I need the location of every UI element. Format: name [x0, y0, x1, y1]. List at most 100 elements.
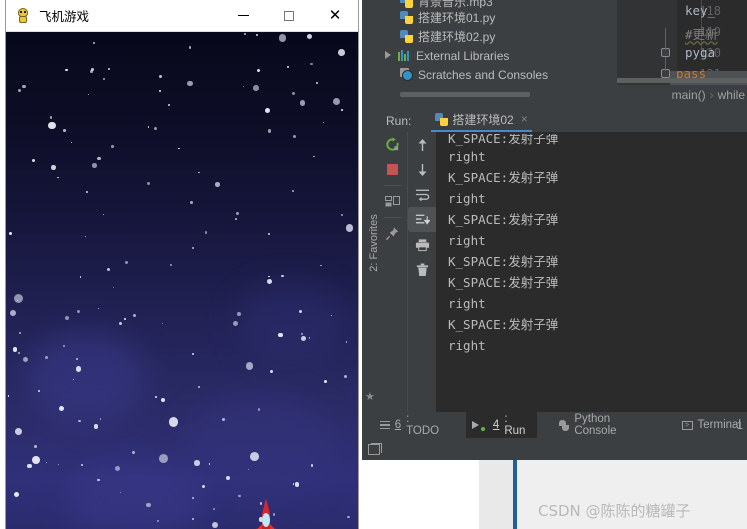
game-canvas[interactable]: [6, 32, 358, 529]
nebula-3: [66, 462, 206, 529]
pin-button[interactable]: [378, 221, 407, 246]
star: [124, 318, 126, 320]
star: [146, 181, 151, 186]
window-stack-icon[interactable]: [368, 443, 382, 455]
console-line: right: [448, 149, 486, 164]
scroll-up-button[interactable]: [408, 132, 437, 157]
print-button[interactable]: [408, 232, 437, 257]
star: [221, 417, 225, 421]
stop-button[interactable]: [378, 157, 407, 182]
background-window-white-2: [362, 460, 479, 529]
tree-item-python-01[interactable]: 搭建环境01.py: [378, 8, 578, 27]
star: [306, 33, 312, 39]
star: [112, 286, 115, 289]
scroll-down-button[interactable]: [408, 157, 437, 182]
maximize-button[interactable]: [266, 0, 312, 32]
star: [153, 127, 157, 131]
star: [70, 141, 73, 144]
console-line: K_SPACE:发射子弹: [448, 254, 559, 269]
star: [250, 451, 259, 461]
star: [23, 357, 29, 363]
player-spaceship[interactable]: [235, 498, 297, 529]
game-character-icon: [15, 7, 31, 24]
star: [198, 385, 201, 388]
chevron-right-icon[interactable]: [384, 51, 393, 60]
star: [19, 331, 22, 334]
run-icon: [472, 421, 480, 429]
editor-horizontal-scrollbar[interactable]: [617, 78, 747, 83]
star: [190, 200, 193, 204]
tree-item-audio[interactable]: 背景音乐.mp3: [378, 0, 578, 8]
python-file-icon: [400, 30, 413, 43]
star: [345, 341, 348, 344]
terminal-icon: >: [681, 420, 693, 430]
breadcrumb[interactable]: main() › while: [617, 85, 747, 105]
tree-item-scratches[interactable]: Scratches and Consoles: [378, 65, 578, 84]
soft-wrap-button[interactable]: [408, 182, 437, 207]
scroll-to-end-button[interactable]: [408, 207, 437, 232]
console-output[interactable]: K_SPACE:发射子弹 right K_SPACE:发射子弹 right K_…: [436, 132, 747, 412]
star: [299, 100, 306, 107]
star: [332, 98, 340, 106]
tree-item-label: 搭建环境02.py: [418, 30, 496, 44]
game-title-bar[interactable]: 飞机游戏 ✕: [6, 0, 358, 32]
minimize-icon: [237, 15, 249, 16]
close-icon[interactable]: ×: [521, 112, 528, 126]
tree-item-label: 搭建环境01.py: [418, 11, 496, 25]
star: [9, 231, 13, 235]
libraries-icon: [398, 50, 411, 61]
run-tool-window-header: Run: 搭建环境02 ×: [378, 110, 747, 132]
star: [32, 158, 36, 162]
star: [159, 89, 161, 92]
tab-python-console[interactable]: Python Console: [553, 409, 660, 441]
breadcrumb-child[interactable]: while: [718, 88, 745, 102]
star: [98, 307, 100, 309]
star: [108, 67, 111, 70]
star: [132, 450, 136, 454]
star: [84, 235, 87, 237]
star: [253, 85, 259, 91]
star: [102, 77, 105, 80]
python-file-icon: [400, 11, 413, 24]
csdn-watermark: CSDN @陈陈的糖罐子: [538, 502, 691, 520]
minimize-button[interactable]: [220, 0, 266, 32]
tab-todo-number: 6: [394, 419, 402, 431]
project-tree-panel[interactable]: 背景音乐.mp3 搭建环境01.py 搭建环境02.py External Li…: [378, 0, 578, 110]
toolbar-divider: [384, 185, 401, 186]
star: [159, 74, 163, 78]
breadcrumb-parent[interactable]: main(): [672, 88, 706, 102]
star: [34, 445, 37, 448]
scroll-to-end-icon: [415, 214, 430, 225]
tab-run[interactable]: 4 : Run: [466, 409, 537, 441]
tab-todo[interactable]: 6 : TODO: [374, 409, 450, 441]
project-tree-horizontal-scrollbar[interactable]: [400, 92, 530, 97]
star: [50, 165, 56, 170]
star: [344, 375, 348, 379]
star: [49, 116, 52, 119]
console-line: right: [448, 191, 486, 206]
run-label: Run:: [386, 114, 412, 128]
star: [310, 62, 313, 66]
console-line: right: [448, 296, 486, 311]
favorites-tool-button[interactable]: 2: Favorites ★: [362, 132, 380, 412]
star: [15, 428, 22, 435]
star: [292, 135, 296, 139]
tree-item-label: 背景音乐.mp3: [418, 0, 493, 8]
run-configuration-tab[interactable]: 搭建环境02 ×: [431, 111, 532, 132]
star: [338, 49, 345, 56]
star: [320, 264, 322, 267]
tab-run-label: : Run: [504, 413, 526, 437]
star: [298, 310, 302, 314]
clear-all-button[interactable]: [408, 257, 437, 282]
scratches-icon: [400, 68, 413, 81]
star: [94, 424, 99, 429]
star: [118, 322, 122, 326]
star: [212, 522, 219, 529]
close-button[interactable]: ✕: [312, 0, 358, 32]
tree-item-python-02[interactable]: 搭建环境02.py: [378, 27, 578, 46]
tree-item-external-libraries[interactable]: External Libraries: [378, 46, 578, 65]
layout-button[interactable]: [378, 189, 407, 214]
console-line: K_SPACE:发射子弹: [448, 212, 559, 227]
rerun-button[interactable]: [378, 132, 407, 157]
star: [10, 310, 17, 316]
